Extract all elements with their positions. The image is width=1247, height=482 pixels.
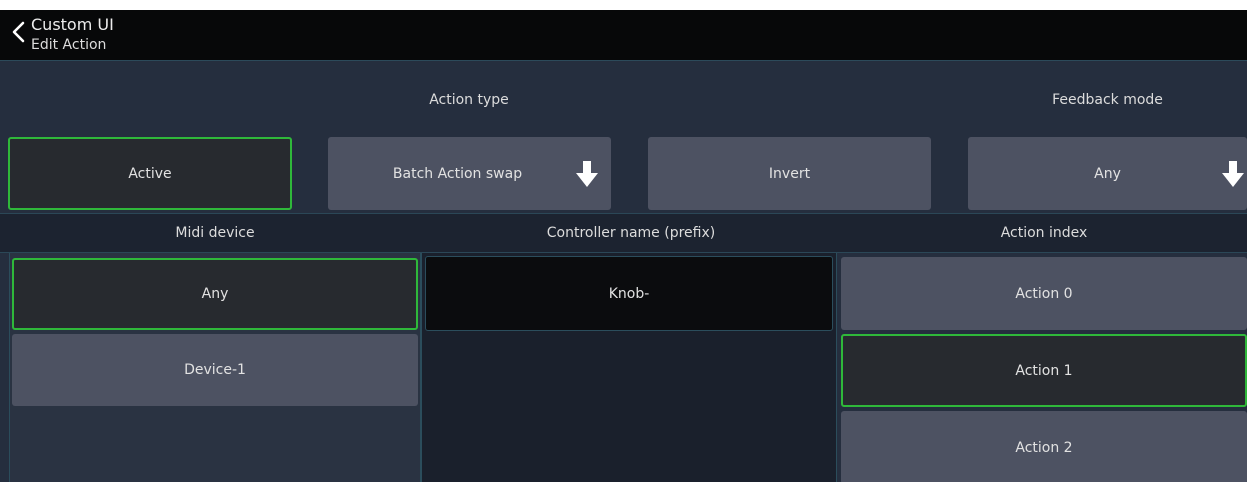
midi-device-list[interactable]: Any Device-1 <box>9 253 421 482</box>
action-type-label: Action type <box>429 92 509 108</box>
active-toggle-button[interactable]: Active <box>8 137 292 210</box>
feedback-mode-value: Any <box>1094 165 1121 182</box>
app-header: Custom UI Edit Action <box>0 10 1247 61</box>
header-subtitle: Edit Action <box>31 37 107 53</box>
controller-name-column: Knob- <box>421 253 837 482</box>
list-item[interactable]: Any <box>12 258 418 330</box>
list-item[interactable]: Action 2 <box>841 411 1247 482</box>
list-item[interactable]: Action 0 <box>841 257 1247 330</box>
list-item[interactable]: Action 1 <box>841 334 1247 407</box>
arrow-down-icon <box>576 160 598 187</box>
feedback-mode-dropdown[interactable]: Any <box>968 137 1247 210</box>
action-type-dropdown[interactable]: Batch Action swap <box>328 137 611 210</box>
controller-prefix-input[interactable]: Knob- <box>425 256 833 331</box>
header-title: Custom UI <box>31 15 114 34</box>
action-type-value: Batch Action swap <box>392 165 523 182</box>
column-header-band: Midi device Controller name (prefix) Act… <box>0 213 1247 253</box>
arrow-down-icon <box>1222 160 1244 187</box>
action-index-list[interactable]: Action 0 Action 1 Action 2 <box>837 253 1247 482</box>
invert-toggle-label: Invert <box>768 165 811 182</box>
feedback-mode-label: Feedback mode <box>1052 92 1163 108</box>
list-item[interactable]: Device-1 <box>12 334 418 406</box>
active-toggle-label: Active <box>128 165 172 182</box>
midi-device-header: Midi device <box>175 225 255 241</box>
app-window: Custom UI Edit Action Action type Feedba… <box>0 10 1247 482</box>
invert-toggle-button[interactable]: Invert <box>648 137 931 210</box>
action-index-header: Action index <box>1000 225 1088 241</box>
chevron-left-icon <box>12 21 25 43</box>
controller-name-header: Controller name (prefix) <box>546 225 716 241</box>
